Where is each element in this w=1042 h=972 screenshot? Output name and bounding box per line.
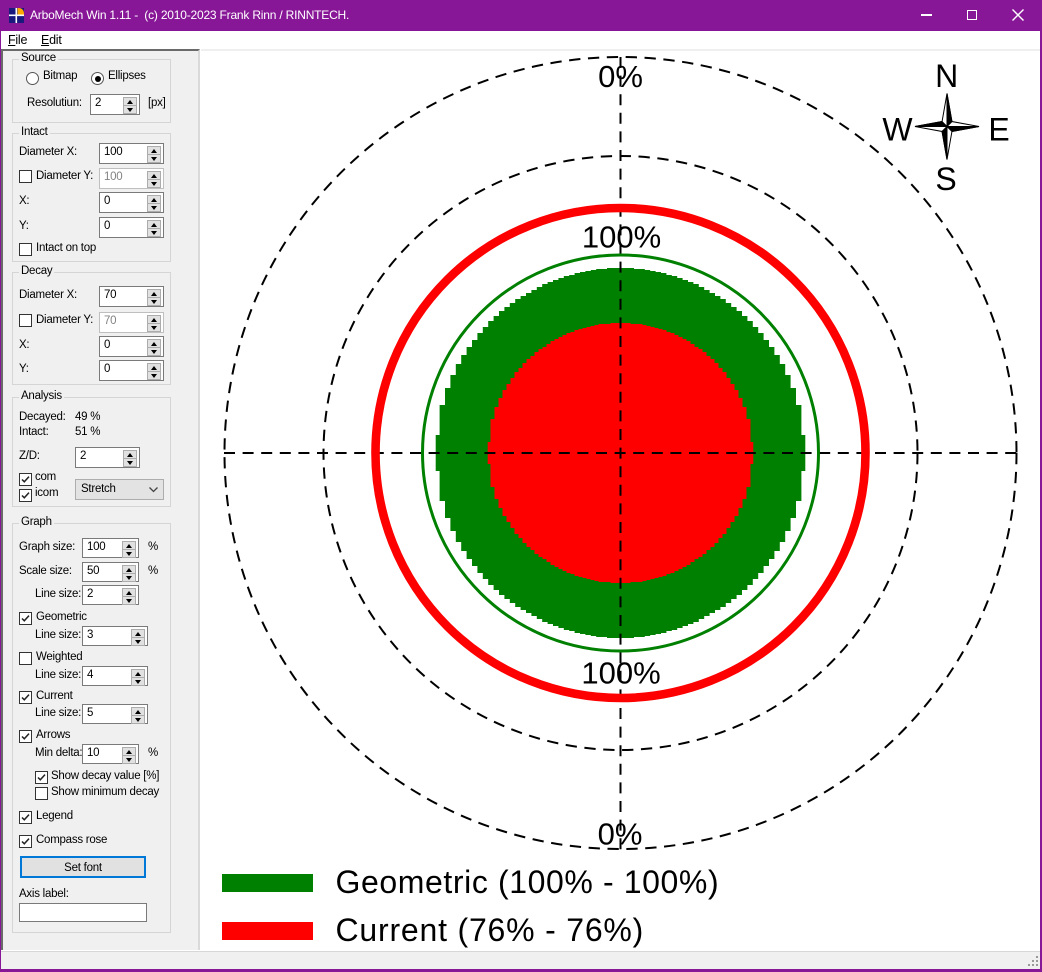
svg-text:E: E <box>988 112 1009 148</box>
svg-text:100%: 100% <box>582 220 661 255</box>
svg-text:Current (76% - 76%): Current (76% - 76%) <box>336 912 645 948</box>
svg-text:100%: 100% <box>581 656 660 691</box>
svg-text:S: S <box>935 161 956 197</box>
svg-text:N: N <box>935 58 958 94</box>
svg-text:W: W <box>882 112 913 148</box>
svg-text:Geometric (100% - 100%): Geometric (100% - 100%) <box>336 864 720 900</box>
svg-text:0%: 0% <box>598 59 643 94</box>
svg-text:0%: 0% <box>598 817 643 852</box>
